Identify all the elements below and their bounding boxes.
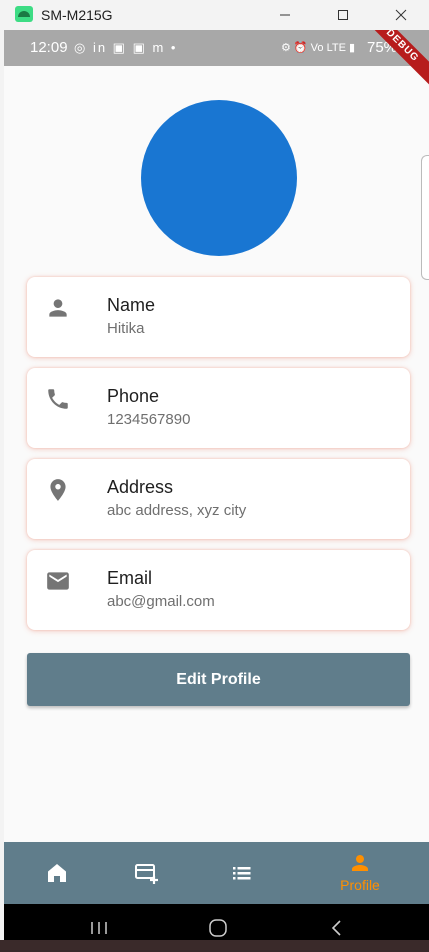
window-title: SM-M215G [41,7,113,23]
close-icon [395,9,407,21]
phone-icon [48,389,68,409]
status-bar: 12:09 ◎ in ▣ ▣ m • ⚙ ⏰ Vo LTE ▮ 75% DEBU… [4,30,429,91]
android-app-icon [15,6,33,22]
notification-icons: ◎ in ▣ ▣ m • [74,40,178,55]
back-button[interactable] [322,916,352,940]
field-value: abc address, xyz city [107,502,247,519]
field-value: abc@gmail.com [107,593,215,610]
emulator-window: SM-M215G 12:09 ◎ in ▣ ▣ m • ⚙ ⏰ Vo LTE ▮… [0,0,429,952]
edit-profile-button[interactable]: Edit Profile [27,653,410,706]
field-label: Phone [107,386,160,406]
profile-card-phone: Phone 1234567890 [27,368,410,448]
status-time: 12:09 [30,39,68,56]
maximize-button[interactable] [320,0,366,30]
add-card-icon [135,864,158,884]
field-label: Name [107,295,156,315]
avatar [141,100,297,256]
bottom-navigation: Profile [4,842,429,904]
nav-item-label: Profile [340,877,380,893]
person-icon [49,299,67,317]
location-pin-icon [50,479,66,501]
minimize-button[interactable] [262,0,308,30]
field-value: 1234567890 [107,411,191,428]
field-label: Address [107,477,174,497]
profile-card-address: Address abc address, xyz city [27,459,410,539]
system-status-icons: ⚙ ⏰ Vo LTE ▮ [281,42,356,54]
home-icon [48,864,66,882]
back-icon [331,920,341,936]
field-label: Email [107,568,153,588]
profile-card-name: Name Hitika [27,277,410,357]
home-button[interactable] [203,916,233,940]
maximize-icon [338,10,348,20]
email-icon [47,572,69,590]
profile-card-email: Email abc@gmail.com [27,550,410,630]
profile-icon [352,855,368,871]
window-bottom-edge [0,940,429,952]
list-icon [233,867,251,880]
close-button[interactable] [378,0,424,30]
minimize-icon [280,14,290,16]
field-value: Hitika [107,320,145,337]
nav-item-profile[interactable]: Profile [307,842,413,904]
recent-apps-button[interactable] [84,916,114,940]
nav-item-add-card[interactable] [94,842,200,904]
window-title-bar: SM-M215G [0,0,429,30]
phone-screen: 12:09 ◎ in ▣ ▣ m • ⚙ ⏰ Vo LTE ▮ 75% DEBU… [4,30,429,952]
edge-panel-handle[interactable] [421,155,429,280]
home-button-icon [209,919,227,937]
recent-apps-icon [91,922,107,934]
nav-item-list[interactable] [189,842,295,904]
